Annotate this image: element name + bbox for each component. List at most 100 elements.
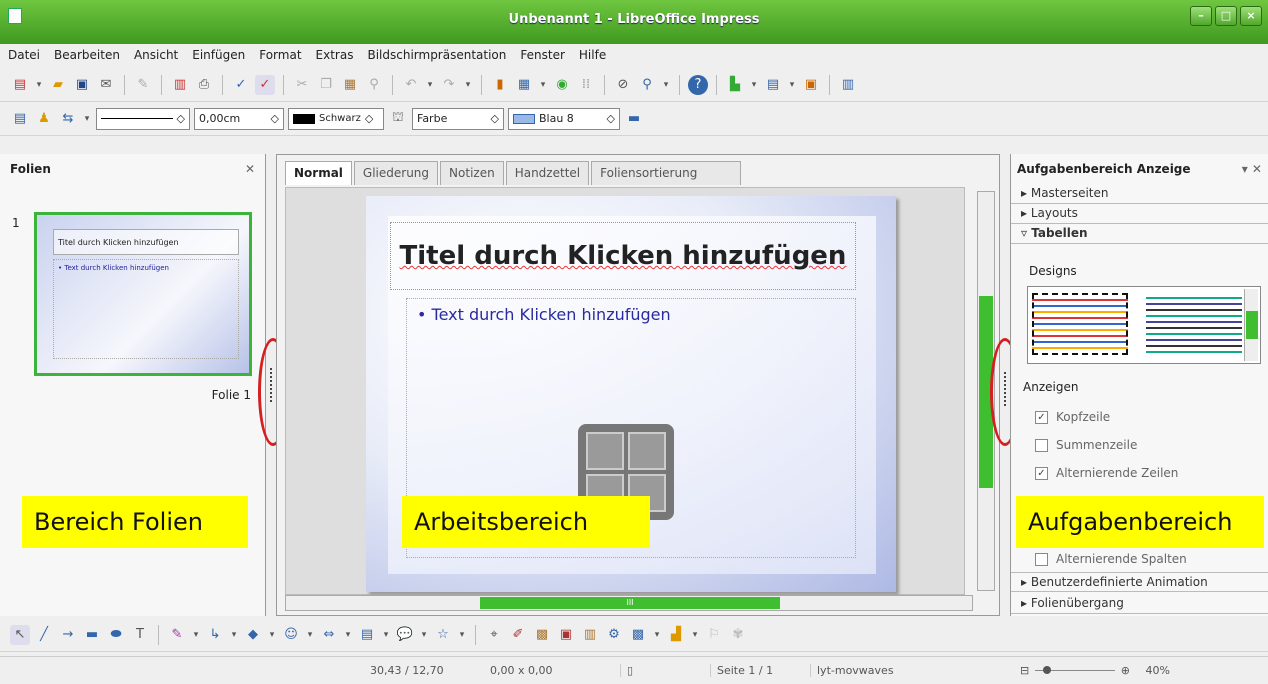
- line-color-select[interactable]: Schwarz ◇: [288, 107, 384, 130]
- extrusion-icon[interactable]: ⚙: [604, 625, 624, 645]
- deck-tabellen[interactable]: ▿ Tabellen: [1011, 224, 1268, 244]
- maximize-button[interactable]: □: [1215, 6, 1237, 26]
- open-folder-icon[interactable]: ▰: [48, 75, 68, 95]
- curve-dropdown-icon[interactable]: ▾: [191, 630, 201, 640]
- text-icon[interactable]: T: [130, 625, 150, 645]
- slide-layout-dropdown-icon[interactable]: ▾: [787, 80, 797, 90]
- fontwork-icon[interactable]: ▩: [532, 625, 552, 645]
- menu-format[interactable]: Format: [259, 48, 301, 62]
- deck-masterseiten[interactable]: ▸ Masterseiten: [1011, 184, 1268, 204]
- menu-einfuegen[interactable]: Einfügen: [192, 48, 245, 62]
- area-icon[interactable]: ⛫: [388, 109, 408, 129]
- line-style-select[interactable]: ◇: [96, 107, 190, 130]
- points-icon[interactable]: ⌖: [484, 625, 504, 645]
- stars-icon[interactable]: ☆: [433, 625, 453, 645]
- option-kopfzeile[interactable]: ✓ Kopfzeile: [1035, 410, 1110, 424]
- arrow-line-icon[interactable]: →: [58, 625, 78, 645]
- help-icon[interactable]: ?: [688, 74, 708, 95]
- table-design-2[interactable]: [1146, 293, 1242, 355]
- grid-icon[interactable]: ⁞⁞: [576, 75, 596, 95]
- close-button[interactable]: ×: [1240, 6, 1262, 26]
- checkbox[interactable]: [1035, 552, 1048, 566]
- menu-datei[interactable]: Datei: [8, 48, 40, 62]
- toggle-extrusion-icon[interactable]: ⚐: [704, 625, 724, 645]
- shadow-icon[interactable]: ▬: [624, 109, 644, 129]
- slide-design-icon[interactable]: ▙: [725, 75, 745, 95]
- option-summenzeile[interactable]: Summenzeile: [1035, 438, 1137, 452]
- table-design-1[interactable]: [1032, 293, 1128, 355]
- navigator-icon[interactable]: ⊘: [613, 75, 633, 95]
- slide-layout-icon[interactable]: ▤: [763, 75, 783, 95]
- tab-foliensortierung[interactable]: Foliensortierung: [591, 161, 742, 185]
- checkbox[interactable]: ✓: [1035, 410, 1048, 424]
- save-icon[interactable]: ▣: [72, 75, 92, 95]
- menu-bearbeiten[interactable]: Bearbeiten: [54, 48, 120, 62]
- zoom-icon[interactable]: ⚲: [637, 75, 657, 95]
- slide-design-dropdown-icon[interactable]: ▾: [749, 80, 759, 90]
- menu-extras[interactable]: Extras: [316, 48, 354, 62]
- select-icon[interactable]: ↖: [10, 624, 30, 645]
- line-icon[interactable]: ♟: [34, 109, 54, 129]
- tab-normal[interactable]: Normal: [285, 161, 352, 185]
- insert-table-icon[interactable]: [586, 432, 624, 470]
- arrow-style-dropdown-icon[interactable]: ▾: [82, 114, 92, 124]
- callouts-icon[interactable]: 💬: [395, 625, 415, 645]
- undo-icon[interactable]: ↶: [401, 75, 421, 95]
- from-file-icon[interactable]: ▣: [556, 625, 576, 645]
- curve-icon[interactable]: ✎: [167, 625, 187, 645]
- undo-dropdown-icon[interactable]: ▾: [425, 80, 435, 90]
- symbol-shapes-dropdown-icon[interactable]: ▾: [305, 630, 315, 640]
- rectangle-icon[interactable]: ▬: [82, 625, 102, 645]
- deck-folienuebergang[interactable]: ▸ Folienübergang: [1011, 594, 1268, 614]
- interaction-dropdown-icon[interactable]: ▾: [652, 630, 662, 640]
- align-dropdown-icon[interactable]: ▾: [690, 630, 700, 640]
- tab-gliederung[interactable]: Gliederung: [353, 161, 439, 185]
- new-dropdown-icon[interactable]: ▾: [34, 80, 44, 90]
- designs-scrollbar[interactable]: [1244, 289, 1258, 361]
- gallery-icon[interactable]: ▥: [580, 625, 600, 645]
- line-width-field[interactable]: 0,00cm ◇: [194, 107, 284, 130]
- copy-icon[interactable]: ❐: [316, 75, 336, 95]
- tab-notizen[interactable]: Notizen: [440, 161, 504, 185]
- print-icon[interactable]: ⎙: [194, 75, 214, 95]
- arrow-style-icon[interactable]: ⇆: [58, 109, 78, 129]
- zoom-dropdown-icon[interactable]: ▾: [661, 80, 671, 90]
- minimize-button[interactable]: –: [1190, 6, 1212, 26]
- close-icon[interactable]: ▾ ✕: [1242, 162, 1262, 176]
- area-style-select[interactable]: Farbe ◇: [412, 107, 504, 130]
- effects-icon[interactable]: ✾: [728, 625, 748, 645]
- basic-shapes-dropdown-icon[interactable]: ▾: [267, 630, 277, 640]
- slide-title-placeholder[interactable]: Titel durch Klicken hinzufügen: [390, 222, 856, 290]
- new-slide-icon[interactable]: ▣: [801, 75, 821, 95]
- menu-fenster[interactable]: Fenster: [520, 48, 565, 62]
- clone-formatting-icon[interactable]: ⚲: [364, 75, 384, 95]
- tab-handzettel[interactable]: Handzettel: [505, 161, 590, 185]
- media-icon[interactable]: ◉: [552, 75, 572, 95]
- flowchart-icon[interactable]: ▤: [357, 625, 377, 645]
- chart-icon[interactable]: ▮: [490, 75, 510, 95]
- align-icon[interactable]: ▟: [666, 625, 686, 645]
- block-arrows-dropdown-icon[interactable]: ▾: [343, 630, 353, 640]
- zoom-level[interactable]: 40%: [1130, 664, 1170, 677]
- close-icon[interactable]: ✕: [245, 162, 255, 176]
- autospellcheck-icon[interactable]: ✓: [255, 74, 275, 95]
- cut-icon[interactable]: ✂: [292, 75, 312, 95]
- styles-icon[interactable]: ▤: [10, 109, 30, 129]
- connector-dropdown-icon[interactable]: ▾: [229, 630, 239, 640]
- insert-chart-icon[interactable]: [628, 432, 666, 470]
- block-arrows-icon[interactable]: ⇔: [319, 625, 339, 645]
- deck-benutzerdefinierte-animation[interactable]: ▸ Benutzerdefinierte Animation: [1011, 572, 1268, 592]
- basic-shapes-icon[interactable]: ◆: [243, 625, 263, 645]
- line-tool-icon[interactable]: ╱: [34, 625, 54, 645]
- zoom-slider[interactable]: ⊟ ⊕: [1020, 664, 1130, 677]
- new-document-icon[interactable]: ▤: [10, 75, 30, 95]
- table-icon[interactable]: ▦: [514, 75, 534, 95]
- redo-icon[interactable]: ↷: [439, 75, 459, 95]
- checkbox[interactable]: ✓: [1035, 466, 1048, 480]
- redo-dropdown-icon[interactable]: ▾: [463, 80, 473, 90]
- slide-thumbnail[interactable]: Titel durch Klicken hinzufügen • Text du…: [34, 212, 252, 376]
- glue-points-icon[interactable]: ✐: [508, 625, 528, 645]
- flowchart-dropdown-icon[interactable]: ▾: [381, 630, 391, 640]
- menu-hilfe[interactable]: Hilfe: [579, 48, 606, 62]
- symbol-shapes-icon[interactable]: ☺: [281, 625, 301, 645]
